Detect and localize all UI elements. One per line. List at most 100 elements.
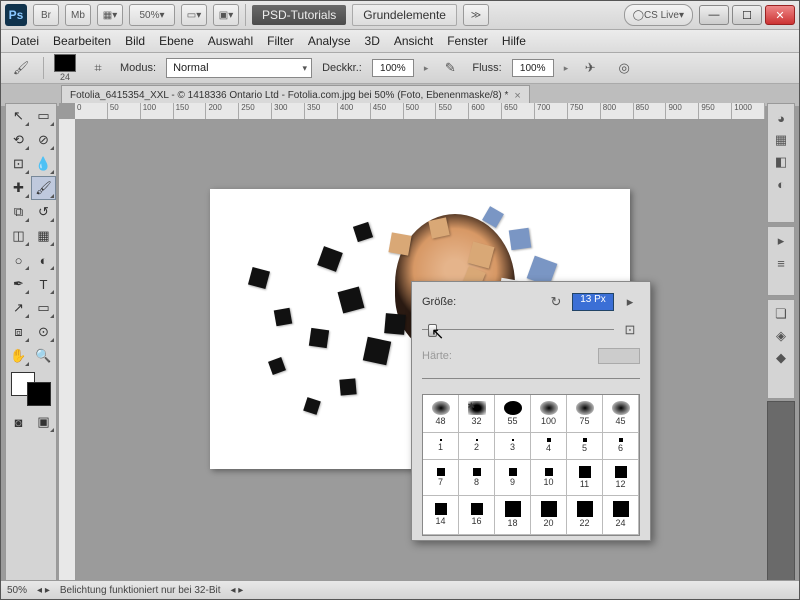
move-tool[interactable]: ↖: [6, 104, 31, 128]
heal-tool[interactable]: ✚: [6, 176, 31, 200]
cslive-button[interactable]: ◯ CS Live ▾: [624, 4, 693, 26]
brush-preset[interactable]: 100: [531, 395, 567, 433]
window-close-button[interactable]: ✕: [765, 5, 795, 25]
menu-filter[interactable]: Filter: [267, 34, 294, 48]
path-tool[interactable]: ↗: [6, 296, 31, 320]
hand-tool[interactable]: ✋: [6, 344, 31, 368]
brush-preset[interactable]: 4: [531, 433, 567, 461]
brush-preset[interactable]: 1: [423, 433, 459, 461]
ruler-horizontal[interactable]: 0501001502002503003504004505005506006507…: [75, 103, 765, 120]
menu-datei[interactable]: Datei: [11, 34, 39, 48]
history-brush-tool[interactable]: ↺: [31, 200, 56, 224]
brush-preset[interactable]: 16: [459, 496, 495, 536]
brush-preset[interactable]: 9: [495, 460, 531, 496]
color-swatches[interactable]: [11, 372, 51, 406]
close-document-icon[interactable]: ×: [514, 90, 520, 102]
brush-preset[interactable]: 14: [423, 496, 459, 536]
dodge-tool[interactable]: ◐: [31, 248, 56, 272]
view-extras-button[interactable]: ▦▾: [97, 4, 123, 26]
quickmask-tool[interactable]: ◙: [6, 410, 31, 434]
crop-tool[interactable]: ⊡: [6, 152, 31, 176]
adjustments-panel-icon[interactable]: ◐: [771, 174, 791, 194]
brush-preset[interactable]: 18: [495, 496, 531, 536]
zoom-tool[interactable]: 🔍: [31, 344, 56, 368]
eyedropper-tool[interactable]: 💧: [31, 152, 56, 176]
opacity-pressure-icon[interactable]: ✎: [438, 56, 462, 80]
ruler-vertical[interactable]: [59, 119, 76, 581]
opacity-input[interactable]: 100%: [372, 59, 414, 77]
type-tool[interactable]: T: [31, 272, 56, 296]
swatches-panel-icon[interactable]: ▦: [771, 130, 791, 150]
marquee-tool[interactable]: ▭: [31, 104, 56, 128]
brush-preset[interactable]: 45: [603, 395, 639, 433]
airbrush-icon[interactable]: ✈: [578, 56, 602, 80]
brush-preview[interactable]: [54, 54, 76, 72]
shape-tool[interactable]: ▭: [31, 296, 56, 320]
menu-ansicht[interactable]: Ansicht: [394, 34, 433, 48]
window-minimize-button[interactable]: —: [699, 5, 729, 25]
mode-dropdown[interactable]: Normal: [166, 58, 312, 78]
size-slider[interactable]: [422, 323, 614, 337]
brush-preset[interactable]: 22: [567, 496, 603, 536]
new-preset-icon[interactable]: ⊡: [620, 320, 640, 340]
workspace-more-button[interactable]: ≫: [463, 4, 489, 26]
menu-hilfe[interactable]: Hilfe: [502, 34, 526, 48]
reset-icon[interactable]: ↻: [546, 292, 566, 312]
minibridge-button[interactable]: Mb: [65, 4, 91, 26]
brush-preset[interactable]: 6: [603, 433, 639, 461]
3d-tool[interactable]: ⧈: [6, 320, 31, 344]
workspace-tab-psdtutorials[interactable]: PSD-Tutorials: [252, 5, 346, 25]
gradient-tool[interactable]: ▦: [31, 224, 56, 248]
brush-preset[interactable]: 24: [603, 496, 639, 536]
channels-panel-icon[interactable]: ◈: [771, 326, 791, 346]
menu-3d[interactable]: 3D: [365, 34, 380, 48]
brush-preset[interactable]: 10: [531, 460, 567, 496]
layers-panel-icon[interactable]: ❏: [771, 304, 791, 324]
workspace-tab-grundelemente[interactable]: Grundelemente: [352, 4, 457, 26]
size-input[interactable]: 13 Px: [572, 293, 614, 311]
brush-preset[interactable]: 11: [567, 460, 603, 496]
brush-preset[interactable]: 55: [495, 395, 531, 433]
menu-auswahl[interactable]: Auswahl: [208, 34, 253, 48]
bridge-button[interactable]: Br: [33, 4, 59, 26]
brush-preset[interactable]: 2: [459, 433, 495, 461]
brush-preset[interactable]: 48: [423, 395, 459, 433]
brush-panel-toggle[interactable]: ⌗: [86, 56, 110, 80]
screenmode-button[interactable]: ▣▾: [213, 4, 239, 26]
menu-fenster[interactable]: Fenster: [447, 34, 488, 48]
brush-preset[interactable]: 3: [495, 433, 531, 461]
brush-tool[interactable]: 🖌: [31, 176, 56, 200]
lasso-tool[interactable]: ⟲: [6, 128, 31, 152]
color-panel-icon[interactable]: ◕: [771, 108, 791, 128]
menu-analyse[interactable]: Analyse: [308, 34, 351, 48]
menu-bearbeiten[interactable]: Bearbeiten: [53, 34, 111, 48]
blur-tool[interactable]: ○: [6, 248, 31, 272]
zoom-dropdown[interactable]: 50% ▾: [129, 4, 175, 26]
menu-bild[interactable]: Bild: [125, 34, 145, 48]
tablet-pressure-icon[interactable]: ◎: [612, 56, 636, 80]
brush-preset[interactable]: 20: [531, 496, 567, 536]
pen-tool[interactable]: ✒: [6, 272, 31, 296]
status-zoom[interactable]: 50%: [7, 585, 27, 596]
brush-preset[interactable]: 12: [603, 460, 639, 496]
arrange-button[interactable]: ▭▾: [181, 4, 207, 26]
brush-preset[interactable]: 8: [459, 460, 495, 496]
styles-panel-icon[interactable]: ◧: [771, 152, 791, 172]
hardness-slider[interactable]: [422, 372, 640, 386]
actions-panel-icon[interactable]: ▸: [771, 231, 791, 251]
paths-panel-icon[interactable]: ◆: [771, 348, 791, 368]
window-maximize-button[interactable]: ☐: [732, 5, 762, 25]
brush-preset[interactable]: ✱32: [459, 395, 495, 433]
flow-input[interactable]: 100%: [512, 59, 554, 77]
brush-tool-icon[interactable]: 🖌: [9, 56, 33, 80]
stamp-tool[interactable]: ⧉: [6, 200, 31, 224]
history-panel-icon[interactable]: ≡: [771, 253, 791, 273]
quickselect-tool[interactable]: ⊘: [31, 128, 56, 152]
brush-preset[interactable]: 7: [423, 460, 459, 496]
popup-menu-icon[interactable]: ▸: [620, 292, 640, 312]
brush-preset[interactable]: 5: [567, 433, 603, 461]
3dcamera-tool[interactable]: ⊙: [31, 320, 56, 344]
screenmode-tool[interactable]: ▣: [31, 410, 56, 434]
menu-ebene[interactable]: Ebene: [159, 34, 194, 48]
brush-preset[interactable]: 75: [567, 395, 603, 433]
